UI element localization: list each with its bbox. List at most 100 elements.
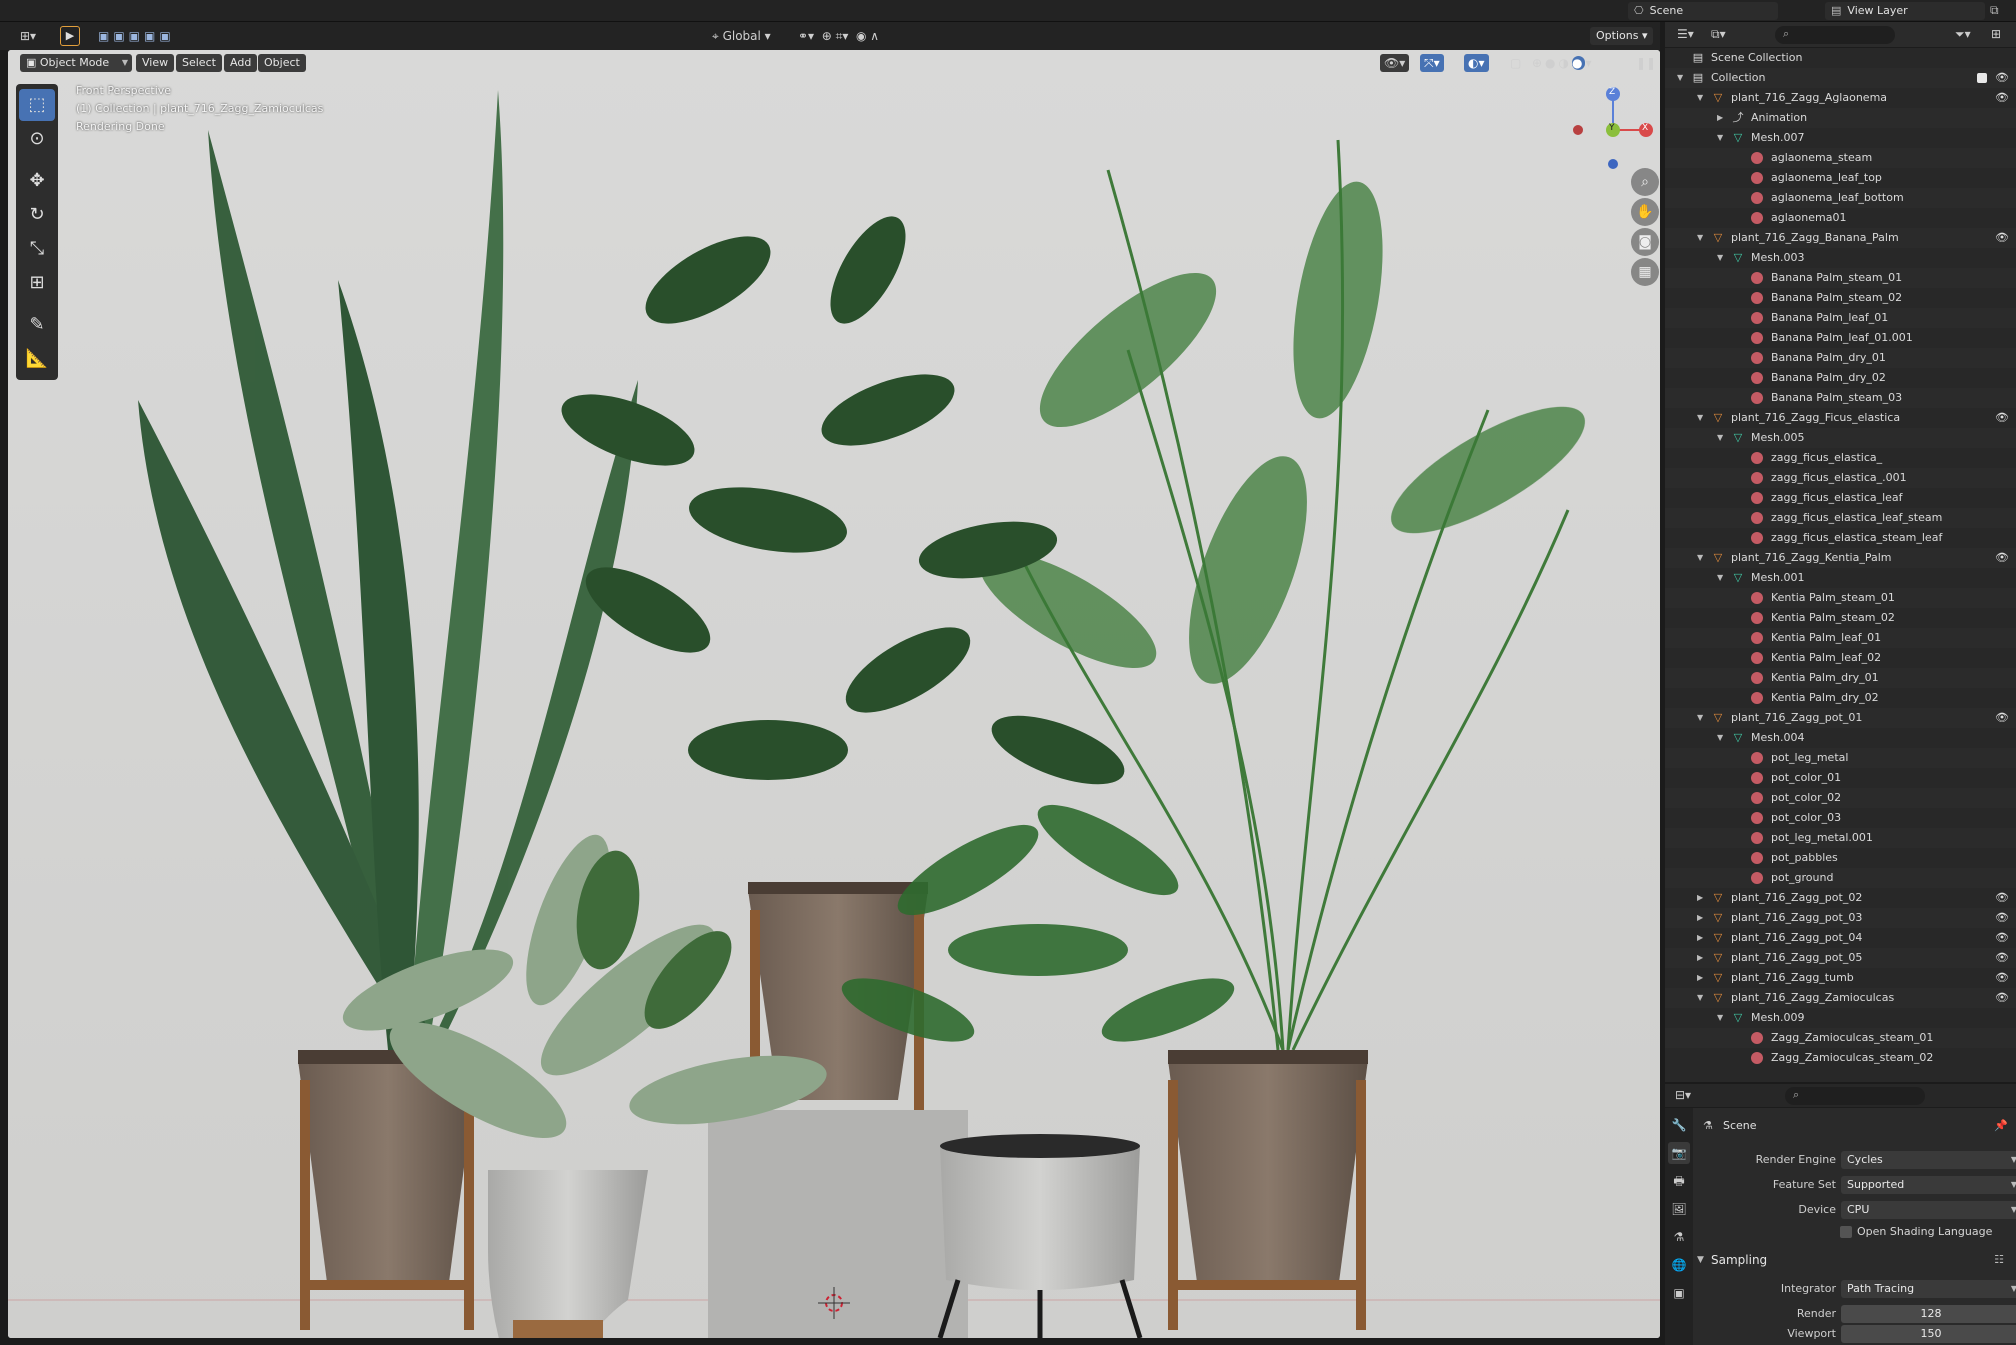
outliner-row[interactable]: ▶ ▽ plant_716_Zagg_tumb 👁	[1665, 968, 2016, 988]
outliner-row[interactable]: pot_ground	[1665, 868, 2016, 888]
outliner-row[interactable]: ▼ ▽ Mesh.001	[1665, 568, 2016, 588]
new-view-layer-icon[interactable]: ⧉	[1990, 3, 1999, 18]
outliner-row[interactable]: Banana Palm_steam_03	[1665, 388, 2016, 408]
outliner-row[interactable]: ▼ ▤ Collection 👁	[1665, 68, 2016, 88]
zoom-icon[interactable]: ⌕	[1631, 168, 1659, 196]
selection-mode-icons[interactable]: ▣▣▣▣▣	[98, 27, 175, 45]
annotate-tool-icon[interactable]: ✎	[19, 309, 55, 341]
move-tool-icon[interactable]: ✥	[19, 165, 55, 197]
gizmo-toggle-icon[interactable]: ⤧▾	[1420, 54, 1444, 72]
view-layer-tab-icon[interactable]: 🖼	[1668, 1198, 1690, 1220]
visibility-eye-icon[interactable]: 👁	[1995, 228, 2009, 248]
expand-down-icon[interactable]: ▼	[1697, 228, 1707, 248]
feature-set-dropdown[interactable]: Supported ▼	[1841, 1176, 2016, 1194]
outliner-row[interactable]: zagg_ficus_elastica_.001	[1665, 468, 2016, 488]
ortho-grid-icon[interactable]: ▦	[1631, 258, 1659, 286]
outliner-row[interactable]: Kentia Palm_leaf_02	[1665, 648, 2016, 668]
visibility-eye-icon[interactable]: 👁	[1995, 548, 2009, 568]
device-dropdown[interactable]: CPU ▼	[1841, 1201, 2016, 1219]
expand-down-icon[interactable]: ▼	[1717, 728, 1727, 748]
visibility-eye-icon[interactable]: 👁	[1995, 88, 2009, 108]
outliner-row[interactable]: ▼ ▽ Mesh.007	[1665, 128, 2016, 148]
display-mode-icon[interactable]: ⧉▾	[1711, 27, 1726, 42]
outliner-row[interactable]: Kentia Palm_leaf_01	[1665, 628, 2016, 648]
expand-down-icon[interactable]: ▼	[1717, 248, 1727, 268]
output-tab-icon[interactable]: 🖶	[1668, 1170, 1690, 1192]
render-samples-field[interactable]: 128	[1841, 1305, 2016, 1323]
menu-object[interactable]: Object	[258, 54, 306, 72]
3d-viewport[interactable]: Front Perspective (1) Collection | plant…	[8, 50, 1660, 1338]
expand-down-icon[interactable]: ▼	[1697, 708, 1707, 728]
xray-icon[interactable]: ▢	[1510, 54, 1521, 72]
visibility-dropdown[interactable]: 👁▾	[1380, 54, 1410, 72]
transform-tool-icon[interactable]: ⊞	[19, 267, 55, 299]
outliner-row[interactable]: zagg_ficus_elastica_steam_leaf	[1665, 528, 2016, 548]
osl-checkbox[interactable]	[1840, 1226, 1852, 1238]
tool-tab-icon[interactable]: 🔧	[1668, 1114, 1690, 1136]
visibility-eye-icon[interactable]: 👁	[1995, 928, 2009, 948]
expand-right-icon[interactable]: ▶	[1697, 908, 1707, 928]
outliner-row[interactable]: zagg_ficus_elastica_leaf_steam	[1665, 508, 2016, 528]
outliner-search-input[interactable]: ⌕	[1775, 26, 1895, 44]
outliner-row[interactable]: ▶ ▽ plant_716_Zagg_pot_05 👁	[1665, 948, 2016, 968]
outliner-row[interactable]: pot_leg_metal.001	[1665, 828, 2016, 848]
outliner-row[interactable]: ▼ ▽ plant_716_Zagg_Zamioculcas 👁	[1665, 988, 2016, 1008]
measure-tool-icon[interactable]: 📐	[19, 343, 55, 375]
outliner-row[interactable]: Kentia Palm_steam_02	[1665, 608, 2016, 628]
outliner-row[interactable]: ▤ Scene Collection	[1665, 48, 2016, 68]
expand-right-icon[interactable]: ▶	[1697, 928, 1707, 948]
visibility-eye-icon[interactable]: 👁	[1995, 68, 2009, 88]
outliner-row[interactable]: pot_color_02	[1665, 788, 2016, 808]
outliner-row[interactable]: ▼ ▽ Mesh.003	[1665, 248, 2016, 268]
visibility-eye-icon[interactable]: 👁	[1995, 988, 2009, 1008]
outliner-row[interactable]: ▼ ▽ Mesh.009	[1665, 1008, 2016, 1028]
outliner-row[interactable]: aglaonema_leaf_bottom	[1665, 188, 2016, 208]
sampling-panel-header[interactable]: ▼ Sampling ☷	[1695, 1250, 2016, 1270]
outliner-row[interactable]: pot_leg_metal	[1665, 748, 2016, 768]
visibility-eye-icon[interactable]: 👁	[1995, 408, 2009, 428]
pin-icon[interactable]: 📌	[1994, 1116, 2008, 1136]
render-engine-dropdown[interactable]: Cycles ▼	[1841, 1151, 2016, 1169]
options-button[interactable]: Options ▾	[1590, 27, 1654, 45]
expand-down-icon[interactable]: ▼	[1697, 988, 1707, 1008]
visibility-eye-icon[interactable]: 👁	[1995, 948, 2009, 968]
outliner-row[interactable]: ▶ ▽ plant_716_Zagg_pot_02 👁	[1665, 888, 2016, 908]
render-tab-icon[interactable]: 📷	[1668, 1142, 1690, 1164]
expand-down-icon[interactable]: ▼	[1717, 128, 1727, 148]
integrator-dropdown[interactable]: Path Tracing ▼	[1841, 1280, 2016, 1298]
scene-selector[interactable]: ⎔ Scene	[1628, 2, 1778, 20]
exclude-checkbox[interactable]	[1977, 73, 1987, 83]
visibility-eye-icon[interactable]: 👁	[1995, 968, 2009, 988]
expand-down-icon[interactable]: ▼	[1697, 88, 1707, 108]
outliner-row[interactable]: Zagg_Zamioculcas_steam_02	[1665, 1048, 2016, 1068]
expand-down-icon[interactable]: ▼	[1697, 408, 1707, 428]
outliner-editor-icon[interactable]: ☰▾	[1677, 27, 1694, 41]
transform-orientation-dropdown[interactable]: ⌖ Global ▾	[712, 27, 771, 45]
menu-add[interactable]: Add	[224, 54, 258, 72]
expand-down-icon[interactable]: ▼	[1717, 428, 1727, 448]
outliner-row[interactable]: ▼ ▽ plant_716_Zagg_pot_01 👁	[1665, 708, 2016, 728]
outliner-row[interactable]: Banana Palm_leaf_01	[1665, 308, 2016, 328]
outliner-row[interactable]: pot_color_01	[1665, 768, 2016, 788]
expand-down-icon[interactable]: ▼	[1677, 68, 1687, 88]
filter-icon[interactable]: ⏷▾	[1955, 27, 1971, 42]
expand-right-icon[interactable]: ▶	[1717, 108, 1727, 128]
outliner-row[interactable]: pot_color_03	[1665, 808, 2016, 828]
expand-right-icon[interactable]: ▶	[1697, 888, 1707, 908]
outliner-row[interactable]: zagg_ficus_elastica_leaf	[1665, 488, 2016, 508]
outliner-row[interactable]: Kentia Palm_steam_01	[1665, 588, 2016, 608]
scale-tool-icon[interactable]: ⤡	[19, 233, 55, 265]
menu-view[interactable]: View	[136, 54, 175, 72]
shading-mode-icons[interactable]: ⊕●◑●▾	[1532, 54, 1595, 72]
cursor-tool-icon[interactable]: ⊙	[19, 123, 55, 155]
outliner-row[interactable]: ▶ ▽ plant_716_Zagg_pot_04 👁	[1665, 928, 2016, 948]
outliner-row[interactable]: aglaonema_leaf_top	[1665, 168, 2016, 188]
outliner-row[interactable]: zagg_ficus_elastica_	[1665, 448, 2016, 468]
expand-down-icon[interactable]: ▼	[1717, 568, 1727, 588]
outliner-row[interactable]: ▼ ▽ plant_716_Zagg_Aglaonema 👁	[1665, 88, 2016, 108]
menu-select[interactable]: Select	[176, 54, 222, 72]
visibility-eye-icon[interactable]: 👁	[1995, 708, 2009, 728]
outliner-row[interactable]: ▶ ▽ plant_716_Zagg_pot_03 👁	[1665, 908, 2016, 928]
properties-editor-icon[interactable]: ⊟▾	[1675, 1088, 1691, 1102]
visibility-eye-icon[interactable]: 👁	[1995, 888, 2009, 908]
